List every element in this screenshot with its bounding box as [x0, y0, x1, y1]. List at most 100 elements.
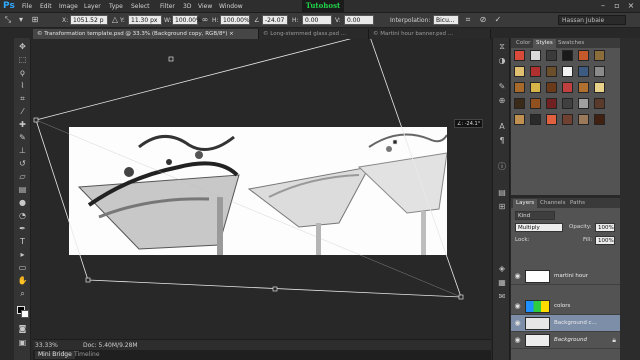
fill-field[interactable]: 100%: [595, 236, 615, 245]
blend-mode-select[interactable]: Multiply: [515, 223, 563, 232]
quick-select-tool-icon[interactable]: ⌇: [17, 81, 28, 91]
visibility-eye-icon[interactable]: ◉: [513, 302, 522, 311]
interpolation-select[interactable]: Bicu...: [433, 15, 459, 25]
style-swatch[interactable]: [594, 82, 605, 93]
vskew-field[interactable]: 0.00: [344, 15, 374, 25]
dodge-tool-icon[interactable]: ◔: [17, 211, 28, 221]
zoom-tool-icon[interactable]: ⌕: [17, 289, 28, 299]
tab-transformation-template[interactable]: © Transformation template.psd @ 33.3% (B…: [33, 29, 259, 39]
relative-position-icon[interactable]: △: [110, 15, 120, 25]
history-brush-icon[interactable]: ↺: [17, 159, 28, 169]
notes-icon[interactable]: ✉: [496, 292, 508, 302]
style-swatch[interactable]: [546, 114, 557, 125]
zoom-level[interactable]: 33.33%: [35, 342, 58, 349]
healing-tool-icon[interactable]: ✚: [17, 120, 28, 130]
layer-row-colors[interactable]: ◉ colors: [511, 298, 620, 315]
tab-styles[interactable]: Styles: [533, 39, 556, 48]
style-swatch[interactable]: [514, 50, 525, 61]
document-canvas[interactable]: ∠: -24.1°: [33, 39, 491, 339]
marquee-tool-icon[interactable]: ⬚: [17, 55, 28, 65]
style-swatch[interactable]: [562, 82, 573, 93]
style-swatch[interactable]: [594, 66, 605, 77]
brush-tool-icon[interactable]: ✎: [17, 133, 28, 143]
style-swatch[interactable]: [514, 82, 525, 93]
warp-icon[interactable]: ⌗: [463, 15, 473, 25]
stamp-tool-icon[interactable]: ⊥: [17, 146, 28, 156]
style-swatch[interactable]: [594, 50, 605, 61]
blur-tool-icon[interactable]: ●: [17, 198, 28, 208]
reference-point-icon[interactable]: ⊞: [30, 15, 40, 25]
3d-icon[interactable]: ◈: [496, 264, 508, 274]
layer-row-martini-hour[interactable]: ◉ martini hour: [511, 268, 620, 285]
screen-mode-icon[interactable]: ▣: [17, 338, 28, 348]
tab-layers[interactable]: Layers: [513, 199, 538, 208]
menu-window[interactable]: Window: [219, 2, 243, 11]
pen-tool-icon[interactable]: ✒: [17, 224, 28, 234]
x-field[interactable]: 1051.52 p: [70, 15, 108, 25]
quick-mask-icon[interactable]: ◙: [17, 324, 28, 334]
style-swatch[interactable]: [578, 66, 589, 77]
style-swatch[interactable]: [578, 98, 589, 109]
brush-panel-icon[interactable]: ✎: [496, 82, 508, 92]
style-swatch[interactable]: [546, 98, 557, 109]
clone-source-icon[interactable]: ⊕: [496, 96, 508, 106]
visibility-eye-icon[interactable]: ◉: [513, 272, 522, 281]
free-transform-box[interactable]: [33, 39, 491, 339]
paragraph-icon[interactable]: ¶: [496, 136, 508, 146]
opacity-field[interactable]: 100%: [595, 223, 615, 232]
lasso-tool-icon[interactable]: ϙ: [17, 68, 28, 78]
close-icon[interactable]: ×: [626, 1, 636, 11]
style-swatch[interactable]: [514, 114, 525, 125]
panel-scrollbar[interactable]: [620, 38, 640, 360]
adjustments-icon[interactable]: ◑: [496, 56, 508, 66]
menu-file[interactable]: File: [22, 2, 32, 11]
background-color-swatch[interactable]: [21, 310, 29, 318]
hskew-field[interactable]: 0.00: [302, 15, 332, 25]
move-tool-icon[interactable]: ✥: [17, 42, 28, 52]
style-swatch[interactable]: [546, 50, 557, 61]
menu-image[interactable]: Image: [59, 2, 78, 11]
path-select-tool-icon[interactable]: ▸: [17, 250, 28, 260]
style-swatch[interactable]: [594, 98, 605, 109]
menu-3d[interactable]: 3D: [183, 2, 191, 11]
width-field[interactable]: 100.00%: [172, 15, 202, 25]
menu-edit[interactable]: Edit: [40, 2, 52, 11]
menu-select[interactable]: Select: [131, 2, 150, 11]
style-swatch[interactable]: [530, 50, 541, 61]
style-swatch[interactable]: [530, 114, 541, 125]
tab-mini-bridge[interactable]: Mini Bridge: [35, 351, 75, 359]
tab-martini-hour-banner[interactable]: © Martini hour banner.psd ...: [369, 29, 491, 39]
type-tool-icon[interactable]: T: [17, 237, 28, 247]
menu-filter[interactable]: Filter: [160, 2, 175, 11]
style-swatch[interactable]: [546, 66, 557, 77]
visibility-eye-icon[interactable]: ◉: [513, 319, 522, 328]
visibility-eye-icon[interactable]: ◉: [513, 336, 522, 345]
style-swatch[interactable]: [546, 82, 557, 93]
layer-row-background[interactable]: ◉ Background 🔒︎: [511, 332, 620, 349]
y-field[interactable]: 11.30 px: [128, 15, 162, 25]
menu-view[interactable]: View: [198, 2, 212, 11]
tab-channels[interactable]: Channels: [537, 199, 568, 208]
layer-comps-icon[interactable]: ▦: [496, 278, 508, 288]
layer-row-background-copy[interactable]: ◉ Background c...: [511, 315, 620, 332]
tab-paths[interactable]: Paths: [567, 199, 588, 208]
layer-filter-select[interactable]: Kind: [515, 211, 555, 220]
style-swatch[interactable]: [530, 66, 541, 77]
style-swatch[interactable]: [562, 114, 573, 125]
history-icon[interactable]: ⧖: [496, 42, 508, 52]
style-swatch[interactable]: [514, 98, 525, 109]
tab-timeline[interactable]: Timeline: [71, 351, 103, 359]
transform-tool-icon[interactable]: ⤡: [3, 15, 13, 25]
crop-tool-icon[interactable]: ⌗: [17, 94, 28, 104]
cancel-transform-icon[interactable]: ⊘: [478, 15, 488, 25]
tab-long-stemmed-glass[interactable]: © Long-stemmed glass.psd ...: [259, 29, 369, 39]
tool-preset-chevron-icon[interactable]: ▾: [16, 15, 26, 25]
menu-type[interactable]: Type: [109, 2, 123, 11]
style-swatch[interactable]: [530, 98, 541, 109]
eyedropper-tool-icon[interactable]: ⁄: [17, 107, 28, 117]
eraser-tool-icon[interactable]: ▱: [17, 172, 28, 182]
properties-icon[interactable]: ▤: [496, 188, 508, 198]
style-swatch[interactable]: [562, 98, 573, 109]
info-icon[interactable]: ⓘ: [496, 162, 508, 172]
minimize-icon[interactable]: –: [598, 1, 608, 11]
